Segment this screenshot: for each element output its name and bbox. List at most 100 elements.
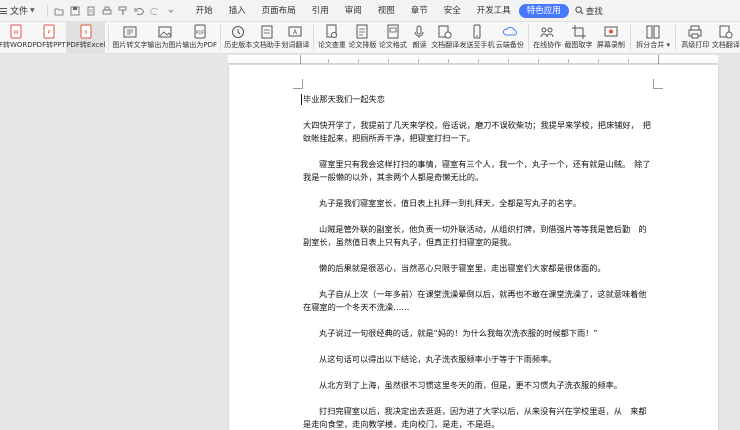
screen-record-label: 屏幕录制: [596, 41, 625, 49]
doc-assistant-button[interactable]: 文档助手: [253, 22, 282, 54]
image-to-text-button[interactable]: 图片转文字: [112, 22, 147, 54]
document-body[interactable]: 毕业那天我们一起失恋 大四快开学了，我提前了几天来学校，俗话说，磨刀不误砍柴功；…: [301, 93, 653, 430]
translate-button[interactable]: A 划词翻译: [281, 22, 310, 54]
format-painter-icon[interactable]: [118, 6, 128, 16]
paper-format-label: 论文排版: [348, 41, 377, 49]
search-button[interactable]: 查找: [569, 5, 609, 17]
collaborate-label: 在线协作: [533, 41, 562, 49]
tab-special-apps[interactable]: 特色应用: [518, 3, 569, 18]
cloud-backup-icon: [502, 24, 518, 40]
svg-text:PDF: PDF: [195, 30, 204, 36]
ruler-tick: [478, 59, 479, 63]
translate-icon: A: [287, 24, 303, 40]
screenshot-ocr-label: 截图取字: [564, 41, 593, 49]
plagiarism-check-button[interactable]: 论文查重: [317, 22, 347, 54]
advanced-print-button[interactable]: 高级打印: [679, 22, 711, 54]
pdf-to-excel-label: PDF转Excel: [66, 41, 106, 49]
pdf-to-ppt-icon: P: [41, 24, 57, 40]
read-aloud-button[interactable]: 朗读: [408, 22, 431, 54]
tab-home[interactable]: 开始: [188, 4, 221, 18]
tab-view[interactable]: 视图: [370, 4, 403, 18]
file-menu[interactable]: 文件 ▼: [0, 4, 39, 17]
chevron-down-icon: ▼: [30, 7, 35, 14]
plagiarism-check-icon: [324, 24, 340, 40]
paper-format-button[interactable]: 论文排版: [347, 22, 377, 54]
translate-label: 划词翻译: [281, 41, 310, 49]
ruler-tick: [508, 59, 509, 63]
more-icon[interactable]: [166, 6, 176, 16]
ruler-tick: [598, 59, 599, 63]
print-icon[interactable]: [102, 6, 112, 16]
cloud-backup-button[interactable]: 云端备份: [494, 22, 524, 54]
save-icon[interactable]: [70, 6, 80, 16]
tab-insert[interactable]: 插入: [221, 4, 254, 18]
ruler-tick: [538, 59, 539, 63]
doc-translate-label: 文档翻译: [431, 41, 460, 49]
paragraph: 丸子说过一句很经典的话，就是“妈的！为什么我每次洗衣服的时候都下雨！”: [319, 328, 598, 338]
ribbon-toolbar: W PDF转WORD P PDF转PPT X PDF转Excel 图片转文字 输…: [0, 22, 740, 54]
ruler-tick: [448, 59, 449, 63]
screenshot-ocr-icon: [571, 24, 587, 40]
document-canvas: 毕业那天我们一起失恋 大四快开学了，我提前了几天来学校，俗话说，磨刀不误砍柴功；…: [0, 55, 740, 430]
export-image-button[interactable]: 输出为图片: [147, 22, 182, 54]
doc-translate-button-2[interactable]: 文档翻译: [711, 22, 740, 54]
ruler-tick: [388, 59, 389, 63]
pdf-to-excel-icon: X: [78, 24, 94, 40]
ruler-left-margin: [300, 55, 301, 64]
document-title: 毕业那天我们一起失恋: [301, 93, 653, 106]
paper-style-icon: [385, 24, 401, 40]
history-label: 历史版本: [224, 41, 253, 49]
divider: [630, 25, 632, 51]
document-page[interactable]: 毕业那天我们一起失恋 大四快开学了，我提前了几天来学校，俗话说，磨刀不误砍柴功；…: [229, 65, 718, 430]
export-pdf-button[interactable]: PDF 输出为PDF: [182, 22, 217, 54]
pdf-to-ppt-label: PDF转PPT: [32, 41, 66, 49]
paragraph: 打扫完寝室以后，我决定出去逛逛，因为进了大学以后，从来没有兴在学校里逛，从 来都…: [303, 406, 647, 429]
open-folder-icon[interactable]: [54, 6, 64, 16]
export-image-label: 输出为图片: [147, 41, 183, 49]
paper-style-button[interactable]: 论文格式: [378, 22, 408, 54]
doc-translate-button[interactable]: 文档翻译: [431, 22, 460, 54]
split-merge-label: 拆分合并 ▾: [636, 41, 670, 49]
doc-translate-icon: [718, 24, 734, 40]
paragraph: 从北方到了上海，虽然很不习惯这里冬天的雨，但是，更不习惯丸子洗衣服的频率。: [319, 380, 622, 390]
tab-security[interactable]: 安全: [436, 4, 469, 18]
tab-developer[interactable]: 开发工具: [469, 4, 519, 18]
file-menu-label: 文件: [10, 7, 29, 17]
horizontal-ruler[interactable]: [228, 55, 718, 64]
collaborate-button[interactable]: 在线协作: [532, 22, 562, 54]
page-corner-mark: [653, 79, 663, 89]
tab-sections[interactable]: 章节: [403, 4, 436, 18]
tab-review[interactable]: 审阅: [337, 4, 370, 18]
tab-references[interactable]: 引用: [304, 4, 337, 18]
send-to-phone-label: 发送至手机: [459, 41, 495, 49]
paragraph: 寝室里只有我会这样打扫的事情，寝室有三个人，我一个，丸子一个，还有就是山贼。 除…: [303, 159, 651, 182]
divider: [108, 25, 110, 51]
divider: [527, 25, 529, 51]
divider: [46, 4, 48, 17]
ruler-tick: [628, 59, 629, 63]
read-aloud-icon: [411, 24, 427, 40]
ribbon-tabs: 开始 插入 页面布局 引用 审阅 视图 章节 安全 开发工具 特色应用 查找: [188, 3, 609, 18]
history-button[interactable]: 历史版本: [224, 22, 253, 54]
screenshot-ocr-button[interactable]: 截图取字: [562, 22, 594, 54]
paragraph: 丸子自从上次（一年多前）在课堂洗澡晕倒以后，就再也不敢在课堂洗澡了，这就意味着他…: [303, 289, 647, 312]
svg-text:A: A: [293, 29, 298, 36]
split-merge-button[interactable]: 拆分合并 ▾: [634, 22, 672, 54]
divider: [312, 25, 314, 51]
tab-page-layout[interactable]: 页面布局: [254, 4, 304, 18]
undo-icon[interactable]: [134, 6, 144, 16]
screen-record-button[interactable]: 屏幕录制: [595, 22, 627, 54]
svg-text:X: X: [84, 30, 88, 36]
collaborate-icon: [539, 24, 555, 40]
redo-icon[interactable]: [149, 6, 160, 16]
pdf-to-excel-button[interactable]: X PDF转Excel: [66, 22, 106, 54]
paper-style-label: 论文格式: [378, 41, 407, 49]
svg-text:P: P: [48, 30, 51, 36]
send-to-phone-button[interactable]: 发送至手机: [459, 22, 494, 54]
search-icon: [575, 6, 584, 15]
doc-translate-icon: [437, 24, 453, 40]
pdf-to-ppt-button[interactable]: P PDF转PPT: [32, 22, 66, 54]
ruler-tick: [358, 59, 359, 63]
pdf-to-word-button[interactable]: W PDF转WORD: [0, 22, 33, 54]
print-preview-icon[interactable]: [86, 6, 96, 16]
